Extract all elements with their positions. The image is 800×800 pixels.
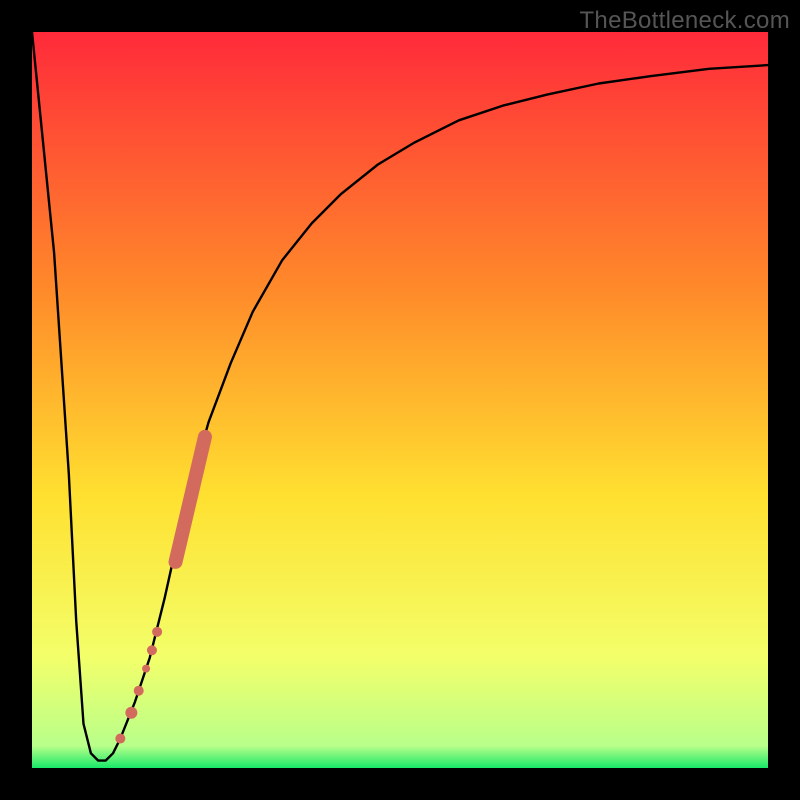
marker-dot [152, 627, 162, 637]
watermark-text: TheBottleneck.com [579, 7, 790, 35]
marker-dot [134, 686, 144, 696]
marker-dot [125, 707, 137, 719]
marker-dot [115, 734, 125, 744]
gradient-bg [32, 32, 768, 768]
marker-dot [147, 645, 157, 655]
chart-svg [32, 32, 768, 768]
marker-dot [142, 665, 150, 673]
plot-area [32, 32, 768, 768]
chart-frame: TheBottleneck.com [0, 0, 800, 800]
